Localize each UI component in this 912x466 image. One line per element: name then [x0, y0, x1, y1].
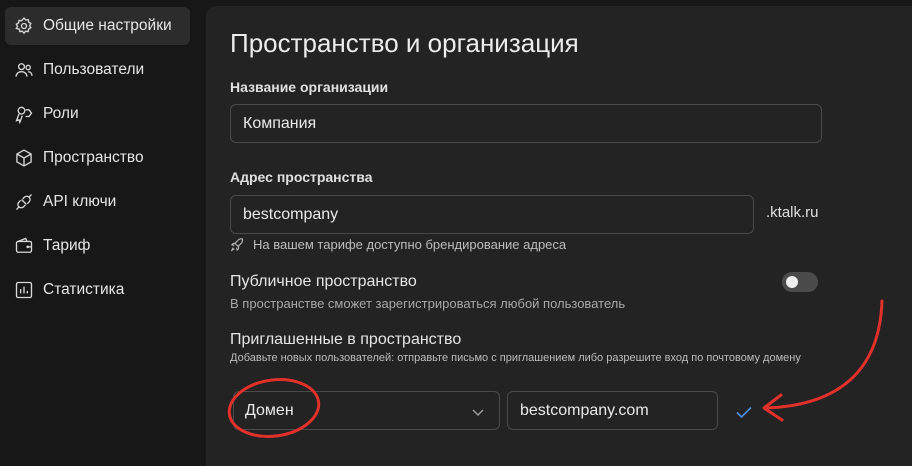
public-space-toggle[interactable]: [782, 272, 818, 292]
chart-icon: [14, 280, 34, 300]
invite-type-select[interactable]: Домен: [233, 391, 500, 430]
invite-type-value: Домен: [245, 401, 294, 419]
sidebar-item-label: Общие настройки: [43, 17, 172, 34]
branding-hint-text: На вашем тарифе доступно брендирование а…: [253, 237, 567, 252]
org-name-input[interactable]: Компания: [230, 104, 822, 143]
sidebar-item-space[interactable]: Пространство: [5, 139, 190, 177]
org-name-label: Название организации: [230, 79, 389, 95]
confirm-check-icon[interactable]: [734, 402, 754, 422]
sidebar-item-label: API ключи: [43, 193, 117, 210]
sidebar-item-label: Роли: [43, 105, 79, 122]
sidebar-item-statistics[interactable]: Статистика: [5, 271, 190, 309]
users-icon: [14, 60, 34, 80]
sidebar-item-users[interactable]: Пользователи: [5, 51, 190, 89]
plug-icon: [14, 192, 34, 212]
branding-hint: На вашем тарифе доступно брендирование а…: [230, 237, 566, 252]
rocket-icon: [230, 238, 244, 252]
org-name-value: Компания: [243, 114, 317, 132]
gear-icon: [14, 16, 34, 36]
domain-suffix: .ktalk.ru: [766, 204, 819, 221]
invited-description: Добавьте новых пользователей: отправьте …: [230, 352, 801, 364]
wallet-icon: [14, 236, 34, 256]
sidebar-item-label: Статистика: [43, 281, 125, 298]
invited-title: Приглашенные в пространство: [230, 331, 462, 348]
sidebar-item-label: Тариф: [43, 237, 91, 254]
space-address-value: bestcompany: [243, 205, 339, 223]
cube-icon: [14, 148, 34, 168]
chevron-down-icon: [472, 409, 484, 417]
space-address-label: Адрес пространства: [230, 169, 373, 185]
roles-icon: [14, 104, 34, 124]
sidebar-item-roles[interactable]: Роли: [5, 95, 190, 133]
sidebar: Общие настройки Пользователи Роли Простр…: [0, 0, 196, 466]
sidebar-item-api-keys[interactable]: API ключи: [5, 183, 190, 221]
sidebar-item-tariff[interactable]: Тариф: [5, 227, 190, 265]
sidebar-item-label: Пространство: [43, 149, 144, 166]
space-address-input[interactable]: bestcompany: [230, 195, 754, 234]
toggle-knob: [786, 276, 798, 288]
public-space-title: Публичное пространство: [230, 273, 417, 290]
sidebar-item-label: Пользователи: [43, 61, 145, 78]
settings-panel: Пространство и организация Название орга…: [206, 6, 912, 466]
sidebar-item-general-settings[interactable]: Общие настройки: [5, 7, 190, 45]
domain-value: bestcompany.com: [520, 401, 649, 419]
public-space-description: В пространстве сможет зарегистрироваться…: [230, 296, 626, 311]
page-title: Пространство и организация: [230, 28, 579, 58]
domain-input[interactable]: bestcompany.com: [507, 391, 718, 430]
